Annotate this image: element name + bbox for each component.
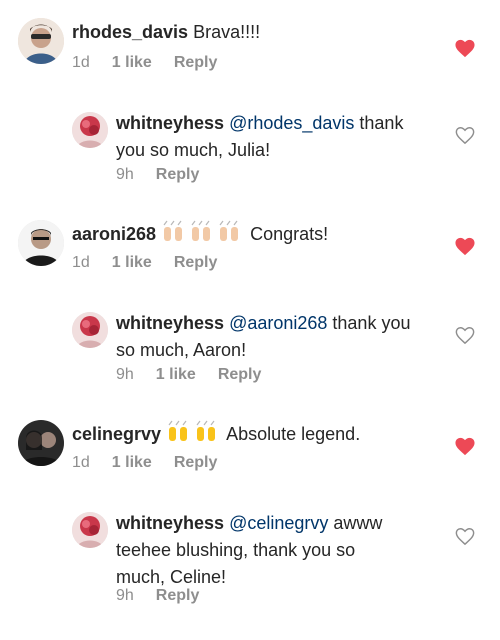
timestamp: 9h xyxy=(116,587,134,604)
mention-link[interactable]: @rhodes_davis xyxy=(229,113,354,133)
comment-body: Congrats! xyxy=(250,224,329,244)
comment-text: celinegrvy Absolute legend. xyxy=(72,419,360,448)
comment-meta: 9h Reply xyxy=(116,587,221,605)
reply-button[interactable]: Reply xyxy=(156,587,200,605)
username[interactable]: whitneyhess xyxy=(116,513,224,533)
raising-hands-icon xyxy=(219,220,239,241)
avatar[interactable] xyxy=(72,112,108,148)
raising-hands-icon xyxy=(168,420,188,441)
heart-outline-icon[interactable] xyxy=(454,125,476,145)
avatar[interactable] xyxy=(18,220,64,266)
comment-text: whitneyhess @celinegrvy awww teehee blus… xyxy=(116,510,446,591)
comment-meta: 1d 1 like Reply xyxy=(72,54,239,72)
mention-link[interactable]: @celinegrvy xyxy=(229,513,328,533)
reply-button[interactable]: Reply xyxy=(174,54,218,72)
raising-hands-emoji-group xyxy=(161,220,250,244)
comment-meta: 9h 1 like Reply xyxy=(116,366,283,384)
comment-body-line2: you so much, Julia! xyxy=(116,140,271,160)
username[interactable]: celinegrvy xyxy=(72,424,161,444)
heart-outline-icon[interactable] xyxy=(454,526,476,546)
comment-meta: 1d 1 like Reply xyxy=(72,254,239,272)
raising-hands-icon xyxy=(163,220,183,241)
comment-meta: 1d 1 like Reply xyxy=(72,454,239,472)
comment-body: Brava!!!! xyxy=(188,22,261,42)
comment-meta: 9h Reply xyxy=(116,166,221,184)
comment-body-line2: so much, Aaron! xyxy=(116,340,247,360)
heart-filled-icon[interactable] xyxy=(454,38,476,58)
comment-body-line2: teehee blushing, thank you so xyxy=(116,540,356,560)
timestamp: 1d xyxy=(72,54,90,71)
raising-hands-icon xyxy=(191,220,211,241)
raising-hands-emoji-group xyxy=(166,420,226,444)
reply-button[interactable]: Reply xyxy=(174,454,218,472)
reply-button[interactable]: Reply xyxy=(174,254,218,272)
comment-text: whitneyhess @rhodes_davis thank you so m… xyxy=(116,110,436,164)
comment-body: thank xyxy=(354,113,404,133)
avatar[interactable] xyxy=(18,18,64,64)
mention-link[interactable]: @aaroni268 xyxy=(229,313,327,333)
likes-count[interactable]: 1 like xyxy=(112,54,152,72)
reply-button[interactable]: Reply xyxy=(156,166,200,184)
timestamp: 1d xyxy=(72,254,90,271)
likes-count[interactable]: 1 like xyxy=(112,254,152,272)
avatar[interactable] xyxy=(72,512,108,548)
comment-text: rhodes_davis Brava!!!! xyxy=(72,19,260,46)
likes-count[interactable]: 1 like xyxy=(156,366,196,384)
avatar[interactable] xyxy=(18,420,64,466)
comment-body: Absolute legend. xyxy=(226,424,361,444)
timestamp: 1d xyxy=(72,454,90,471)
timestamp: 9h xyxy=(116,366,134,383)
comment-text: aaroni268 Congrats! xyxy=(72,219,328,248)
comment-body-line3: much, Celine! xyxy=(116,567,227,587)
timestamp: 9h xyxy=(116,166,134,183)
likes-count[interactable]: 1 like xyxy=(112,454,152,472)
comment-text: whitneyhess @aaroni268 thank you so much… xyxy=(116,310,446,364)
comment-body: thank you xyxy=(327,313,411,333)
avatar[interactable] xyxy=(72,312,108,348)
heart-outline-icon[interactable] xyxy=(454,325,476,345)
reply-button[interactable]: Reply xyxy=(218,366,262,384)
heart-filled-icon[interactable] xyxy=(454,236,476,256)
username[interactable]: whitneyhess xyxy=(116,313,224,333)
comment-body: awww xyxy=(328,513,383,533)
username[interactable]: aaroni268 xyxy=(72,224,156,244)
username[interactable]: whitneyhess xyxy=(116,113,224,133)
raising-hands-icon xyxy=(196,420,216,441)
heart-filled-icon[interactable] xyxy=(454,436,476,456)
username[interactable]: rhodes_davis xyxy=(72,22,188,42)
